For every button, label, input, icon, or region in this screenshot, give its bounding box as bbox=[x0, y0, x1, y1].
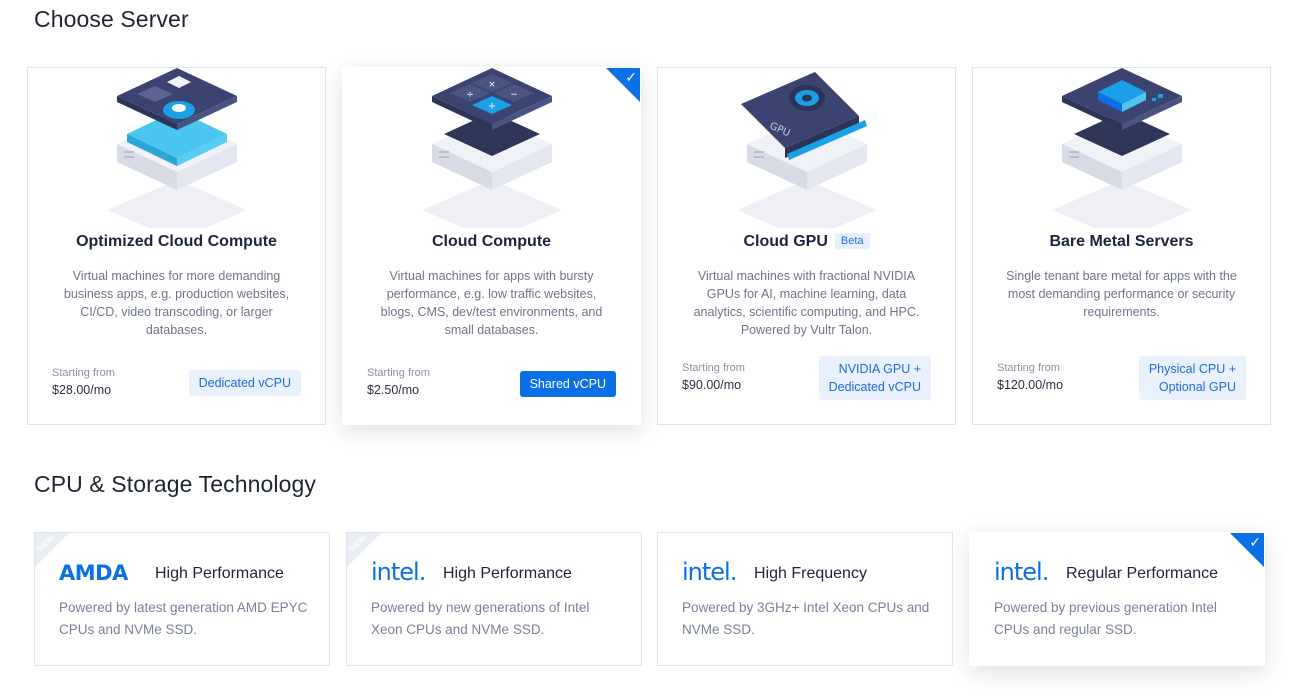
card-description: Single tenant bare metal for apps with t… bbox=[1006, 269, 1237, 319]
check-icon: ✓ bbox=[1249, 534, 1261, 550]
price: $28.00/mo bbox=[52, 383, 112, 397]
svg-text:−: − bbox=[510, 90, 518, 100]
cpu-title: High Performance bbox=[155, 565, 284, 582]
cpu-title: High Performance bbox=[443, 565, 572, 582]
starting-from-label: Starting from bbox=[682, 362, 745, 374]
optimized-compute-icon bbox=[106, 68, 247, 228]
cpu-description: Powered by previous generation Intel CPU… bbox=[994, 600, 1217, 637]
vcpu-tag: Shared vCPU bbox=[519, 371, 616, 397]
cpu-card-intel-high-frequency[interactable]: intel. High Frequency Powered by 3GHz+ I… bbox=[657, 532, 953, 666]
choose-server-heading: Choose Server bbox=[34, 6, 189, 32]
cpu-title: High Frequency bbox=[754, 565, 867, 582]
card-title: Cloud GPU Beta bbox=[658, 233, 955, 251]
server-card-bare-metal[interactable]: Bare Metal Servers Single tenant bare me… bbox=[972, 67, 1271, 425]
card-title: Bare Metal Servers bbox=[1049, 233, 1194, 250]
intel-logo: intel. bbox=[994, 558, 1049, 586]
svg-text:÷: ÷ bbox=[466, 90, 474, 100]
tag-line-1: Physical CPU + bbox=[1148, 362, 1236, 376]
server-card-cloud-gpu[interactable]: GPU Cloud GPU Beta Virtual machines with … bbox=[657, 67, 956, 425]
cpu-title: Regular Performance bbox=[1066, 565, 1219, 582]
amd-logo: AMDA bbox=[59, 561, 128, 585]
card-title-text: Cloud GPU bbox=[743, 233, 828, 250]
cpu-card-intel-high-performance[interactable]: NEW intel. High Performance Powered by n… bbox=[346, 532, 642, 666]
gpu-icon: GPU bbox=[736, 72, 877, 228]
svg-text:×: × bbox=[488, 80, 496, 90]
card-title: Cloud Compute bbox=[431, 233, 552, 250]
tag-line-2: Dedicated vCPU bbox=[828, 380, 921, 394]
server-card-optimized-cloud-compute[interactable]: Optimized Cloud Compute Virtual machines… bbox=[27, 67, 326, 425]
starting-from-label: Starting from bbox=[997, 362, 1060, 374]
cpu-gpu-tag: Physical CPU + Optional GPU bbox=[1138, 356, 1246, 400]
server-card-cloud-compute[interactable]: ✓ × ÷ − + Cloud Compute Virtual machines… bbox=[342, 67, 641, 425]
beta-badge: Beta bbox=[834, 233, 870, 249]
cloud-compute-icon: × ÷ − + bbox=[421, 68, 562, 228]
price: $120.00/mo bbox=[997, 378, 1064, 392]
check-icon: ✓ bbox=[625, 69, 637, 85]
svg-text:+: + bbox=[487, 101, 495, 112]
card-description: Virtual machines for more demanding busi… bbox=[63, 269, 290, 337]
cpu-description: Powered by 3GHz+ Intel Xeon CPUs and NVM… bbox=[682, 600, 930, 637]
tag-line-2: Optional GPU bbox=[1158, 380, 1236, 394]
card-description: Virtual machines for apps with bursty pe… bbox=[380, 269, 603, 337]
cpu-card-amd-high-performance[interactable]: NEW AMDA High Performance Powered by lat… bbox=[34, 532, 330, 666]
starting-from-label: Starting from bbox=[52, 367, 115, 379]
card-description: Virtual machines with fractional NVIDIA … bbox=[693, 269, 920, 337]
vcpu-tag: Dedicated vCPU bbox=[188, 370, 301, 396]
bare-metal-icon bbox=[1051, 68, 1192, 228]
cpu-description: Powered by new generations of Intel Xeon… bbox=[371, 600, 590, 637]
price: $90.00/mo bbox=[682, 378, 742, 392]
cpu-storage-heading: CPU & Storage Technology bbox=[34, 471, 316, 497]
starting-from-label: Starting from bbox=[367, 367, 430, 379]
price: $2.50/mo bbox=[367, 383, 420, 397]
intel-logo: intel. bbox=[682, 558, 737, 586]
tag-line-1: NVIDIA GPU + bbox=[838, 362, 921, 376]
gpu-tag: NVIDIA GPU + Dedicated vCPU bbox=[818, 356, 931, 400]
cpu-card-intel-regular-performance[interactable]: ✓ intel. Regular Performance Powered by … bbox=[969, 532, 1265, 666]
cpu-description: Powered by latest generation AMD EPYC CP… bbox=[59, 600, 308, 637]
card-title: Optimized Cloud Compute bbox=[76, 233, 277, 250]
intel-logo: intel. bbox=[371, 558, 426, 586]
